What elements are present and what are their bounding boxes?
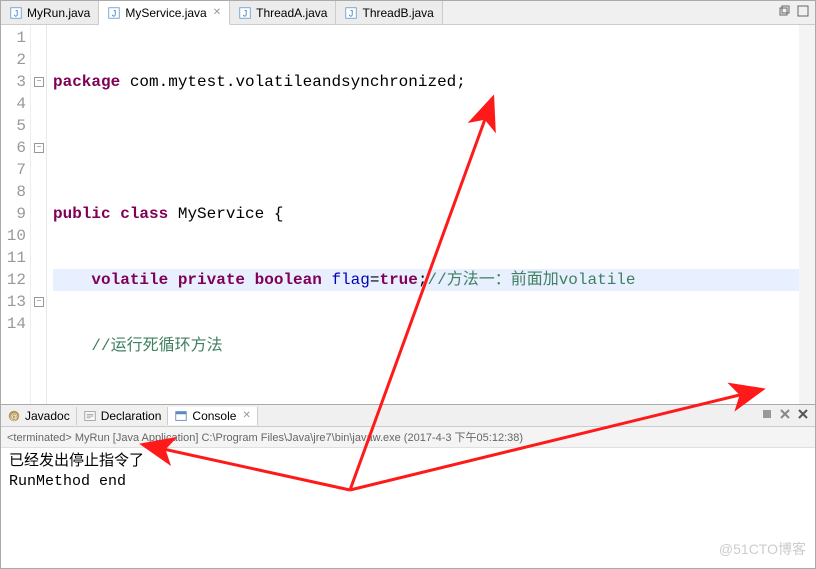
console-output[interactable]: 已经发出停止指令了 RunMethod end <box>1 448 815 568</box>
stop-icon[interactable] <box>761 408 773 423</box>
page-watermark: @51CTO博客 <box>719 539 806 559</box>
tab-console[interactable]: Console ✕ <box>168 407 257 425</box>
restore-icon[interactable] <box>779 5 791 20</box>
remove-icon[interactable] <box>797 408 809 423</box>
editor-tab-bar: J MyRun.java J MyService.java ✕ J Thread… <box>1 1 815 25</box>
tab-threada[interactable]: J ThreadA.java <box>230 1 336 24</box>
java-file-icon: J <box>107 6 121 20</box>
bottom-panel: @ Javadoc Declaration Console ✕ <termina… <box>1 404 815 568</box>
tab-myservice[interactable]: J MyService.java ✕ <box>99 1 230 25</box>
remove-all-icon[interactable] <box>779 408 791 423</box>
svg-text:@: @ <box>10 412 18 421</box>
tab-label: ThreadA.java <box>256 6 327 20</box>
close-icon[interactable]: ✕ <box>242 410 250 421</box>
declaration-icon <box>83 409 97 423</box>
javadoc-icon: @ <box>7 409 21 423</box>
svg-text:J: J <box>243 8 247 18</box>
tab-declaration[interactable]: Declaration <box>77 407 169 425</box>
svg-text:J: J <box>14 8 18 18</box>
fold-icon[interactable]: − <box>34 77 44 87</box>
close-icon[interactable]: ✕ <box>213 7 221 18</box>
tab-threadb[interactable]: J ThreadB.java <box>336 1 442 24</box>
console-line: RunMethod end <box>9 472 807 492</box>
code-area[interactable]: package com.mytest.volatileandsynchroniz… <box>47 25 815 404</box>
bottom-tab-bar: @ Javadoc Declaration Console ✕ <box>1 405 815 427</box>
fold-icon[interactable]: − <box>34 143 44 153</box>
tab-myrun[interactable]: J MyRun.java <box>1 1 99 24</box>
line-number-gutter: 1234567891011121314 <box>1 25 31 404</box>
maximize-icon[interactable] <box>797 5 809 20</box>
console-toolbar <box>755 408 815 423</box>
java-file-icon: J <box>9 6 23 20</box>
console-icon <box>174 409 188 423</box>
svg-text:J: J <box>112 8 116 18</box>
scrollbar[interactable] <box>799 25 815 404</box>
java-file-icon: J <box>238 6 252 20</box>
tab-label: MyService.java <box>125 6 206 20</box>
fold-margin: − − − <box>31 25 47 404</box>
tab-label: ThreadB.java <box>362 6 433 20</box>
tab-javadoc[interactable]: @ Javadoc <box>1 407 77 425</box>
console-status-bar: <terminated> MyRun [Java Application] C:… <box>1 427 815 448</box>
fold-icon[interactable]: − <box>34 297 44 307</box>
svg-text:J: J <box>349 8 353 18</box>
tab-label: MyRun.java <box>27 6 90 20</box>
code-editor[interactable]: 1234567891011121314 − − − package com.my… <box>1 25 815 404</box>
java-file-icon: J <box>344 6 358 20</box>
console-line: 已经发出停止指令了 <box>9 452 807 472</box>
